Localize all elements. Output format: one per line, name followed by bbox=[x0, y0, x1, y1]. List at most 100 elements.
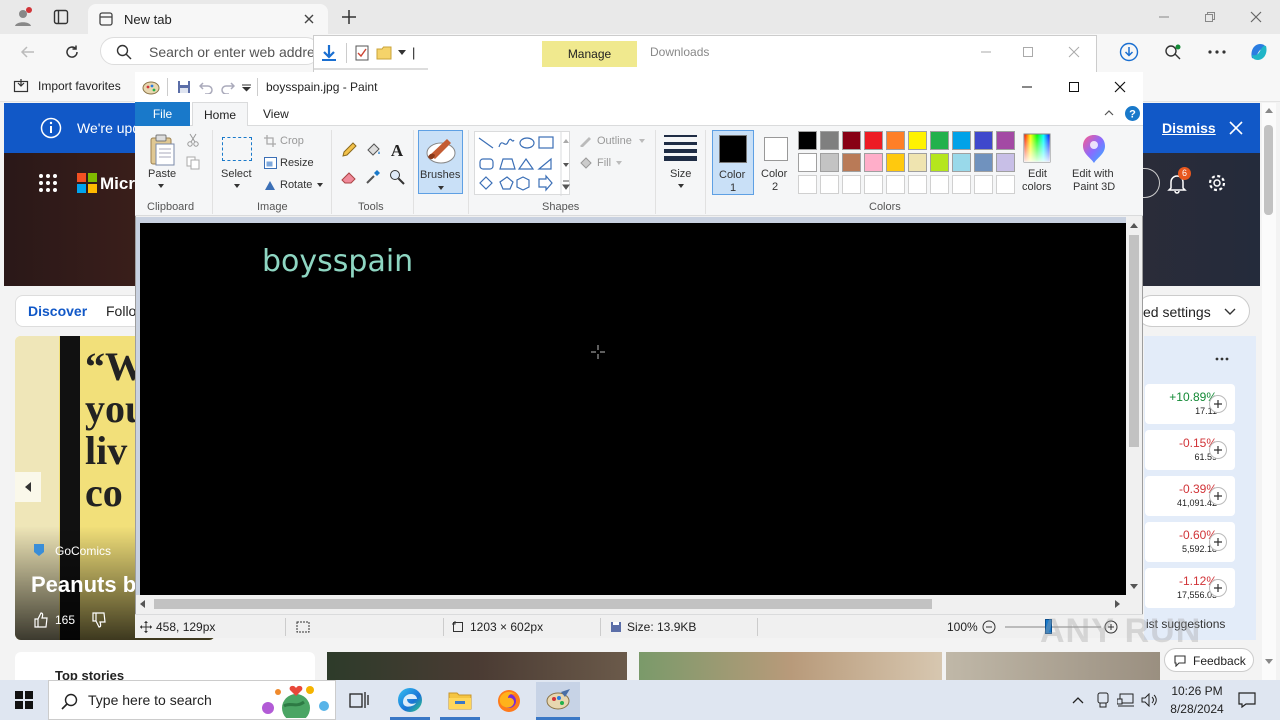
restore-browser-icon[interactable] bbox=[1198, 6, 1222, 28]
notifications-bell-icon[interactable]: 6 bbox=[1164, 167, 1191, 197]
add-stock-icon[interactable] bbox=[1209, 579, 1227, 597]
show-hidden-icons-icon[interactable] bbox=[1070, 690, 1086, 710]
personalized-settings-button[interactable]: ed settings bbox=[1136, 295, 1250, 327]
apps-grid-icon[interactable] bbox=[36, 171, 60, 195]
refresh-icon[interactable] bbox=[60, 40, 84, 64]
paint-minimize-icon[interactable] bbox=[1013, 76, 1041, 98]
magnifier-icon[interactable] bbox=[388, 168, 406, 186]
help-icon[interactable]: ? bbox=[1124, 105, 1140, 121]
palette-swatch[interactable] bbox=[820, 131, 839, 150]
edge-taskbar-icon[interactable] bbox=[390, 682, 430, 720]
eraser-icon[interactable] bbox=[340, 168, 358, 186]
outline-icon[interactable] bbox=[578, 134, 594, 148]
file-explorer-taskbar-icon[interactable] bbox=[440, 682, 480, 720]
tab-home[interactable]: Home bbox=[192, 102, 248, 127]
add-stock-icon[interactable] bbox=[1209, 487, 1227, 505]
carousel-prev-icon[interactable] bbox=[15, 472, 41, 502]
zoom-out-icon[interactable] bbox=[981, 619, 997, 635]
tab-actions-icon[interactable] bbox=[52, 8, 70, 26]
close-tab-icon[interactable] bbox=[300, 10, 318, 28]
crop-label[interactable]: Crop bbox=[280, 135, 304, 147]
close-browser-icon[interactable] bbox=[1244, 6, 1268, 28]
network-icon[interactable] bbox=[1116, 690, 1136, 710]
clock-time[interactable]: 10:26 PM bbox=[1171, 684, 1223, 698]
dismiss-button[interactable]: Dismiss bbox=[1162, 120, 1216, 136]
paste-dropdown-icon[interactable] bbox=[156, 182, 166, 190]
palette-swatch[interactable] bbox=[996, 153, 1015, 172]
copilot-icon[interactable] bbox=[1246, 39, 1272, 65]
stock-card[interactable]: -0.60% 5,592.18 bbox=[1145, 522, 1235, 562]
paint-taskbar-icon[interactable] bbox=[536, 682, 580, 720]
canvas-horizontal-scrollbar[interactable] bbox=[136, 595, 1126, 613]
minimize-browser-icon[interactable] bbox=[1152, 6, 1176, 28]
stock-card[interactable]: -0.15% 61.59 bbox=[1145, 430, 1235, 470]
scroll-up-arrow-icon[interactable] bbox=[1265, 108, 1273, 113]
page-scrollbar[interactable] bbox=[1262, 103, 1276, 680]
profile-icon[interactable] bbox=[12, 6, 34, 28]
feedback-button[interactable]: Feedback bbox=[1164, 648, 1254, 672]
palette-swatch-empty[interactable] bbox=[974, 175, 993, 194]
rotate-dropdown-icon[interactable] bbox=[316, 180, 324, 190]
import-favorites-link[interactable]: Import favorites bbox=[38, 79, 121, 93]
paste-label[interactable]: Paste bbox=[148, 168, 176, 180]
palette-swatch[interactable] bbox=[930, 131, 949, 150]
vscroll-thumb[interactable] bbox=[1129, 235, 1139, 447]
cut-icon[interactable] bbox=[185, 132, 201, 148]
add-stock-icon[interactable] bbox=[1209, 395, 1227, 413]
volume-icon[interactable] bbox=[1140, 690, 1160, 710]
explorer-minimize-icon[interactable] bbox=[974, 42, 998, 62]
palette-swatch[interactable] bbox=[842, 131, 861, 150]
outline-dropdown-icon[interactable] bbox=[638, 136, 646, 146]
size-icon[interactable] bbox=[664, 133, 697, 163]
manage-tab[interactable]: Manage bbox=[542, 41, 637, 67]
brushes-button[interactable]: Brushes bbox=[418, 130, 463, 194]
save-icon[interactable] bbox=[175, 78, 193, 96]
rotate-icon[interactable] bbox=[263, 178, 277, 192]
back-icon[interactable] bbox=[16, 40, 40, 64]
notification-center-icon[interactable] bbox=[1236, 688, 1258, 712]
scroll-thumb[interactable] bbox=[1264, 125, 1273, 215]
palette-swatch-empty[interactable] bbox=[864, 175, 883, 194]
paint-maximize-icon[interactable] bbox=[1060, 76, 1088, 98]
properties-icon[interactable] bbox=[352, 43, 372, 63]
color2-label-a[interactable]: Color bbox=[761, 168, 787, 180]
select-dropdown-icon[interactable] bbox=[232, 182, 242, 190]
palette-swatch-empty[interactable] bbox=[908, 175, 927, 194]
select-icon[interactable] bbox=[222, 137, 252, 161]
palette-swatch[interactable] bbox=[798, 131, 817, 150]
palette-swatch-empty[interactable] bbox=[820, 175, 839, 194]
paint-close-icon[interactable] bbox=[1106, 76, 1134, 98]
tab-file[interactable]: File bbox=[135, 102, 190, 126]
thumbs-up-icon[interactable] bbox=[31, 610, 51, 630]
tab-new-tab[interactable]: New tab bbox=[88, 4, 328, 34]
stock-card[interactable]: -1.12% 17,556.03 bbox=[1145, 568, 1235, 608]
palette-swatch-empty[interactable] bbox=[886, 175, 905, 194]
device-icon[interactable] bbox=[1094, 690, 1112, 710]
shapes-gallery[interactable] bbox=[474, 131, 570, 196]
fill-bucket-icon[interactable] bbox=[364, 141, 382, 159]
fill-dropdown-icon[interactable] bbox=[615, 158, 623, 168]
qat-customize-icon[interactable] bbox=[239, 80, 253, 96]
palette-swatch[interactable] bbox=[930, 153, 949, 172]
edit-colors-label-a[interactable]: Edit bbox=[1028, 168, 1047, 180]
extensions-icon[interactable] bbox=[1160, 40, 1186, 64]
select-label[interactable]: Select bbox=[221, 168, 252, 180]
explorer-maximize-icon[interactable] bbox=[1016, 42, 1040, 62]
size-dropdown-icon[interactable] bbox=[676, 182, 686, 190]
palette-swatch[interactable] bbox=[908, 153, 927, 172]
palette-swatch-empty[interactable] bbox=[952, 175, 971, 194]
palette-swatch[interactable] bbox=[974, 153, 993, 172]
hscroll-left-icon[interactable] bbox=[140, 600, 145, 608]
taskbar-search-box[interactable]: Type here to search bbox=[48, 680, 336, 720]
text-tool-icon[interactable]: A bbox=[388, 140, 406, 160]
hscroll-thumb[interactable] bbox=[154, 599, 932, 609]
palette-swatch[interactable] bbox=[842, 153, 861, 172]
resize-icon[interactable] bbox=[263, 156, 277, 170]
downloads-icon[interactable] bbox=[1116, 40, 1142, 64]
news-image-2[interactable] bbox=[639, 652, 942, 680]
edit-colors-icon[interactable] bbox=[1022, 132, 1052, 164]
size-label[interactable]: Size bbox=[670, 168, 691, 180]
outline-label[interactable]: Outline bbox=[597, 135, 632, 147]
drawing-canvas[interactable]: boysspain bbox=[140, 223, 1126, 595]
explorer-close-icon[interactable] bbox=[1062, 42, 1086, 62]
